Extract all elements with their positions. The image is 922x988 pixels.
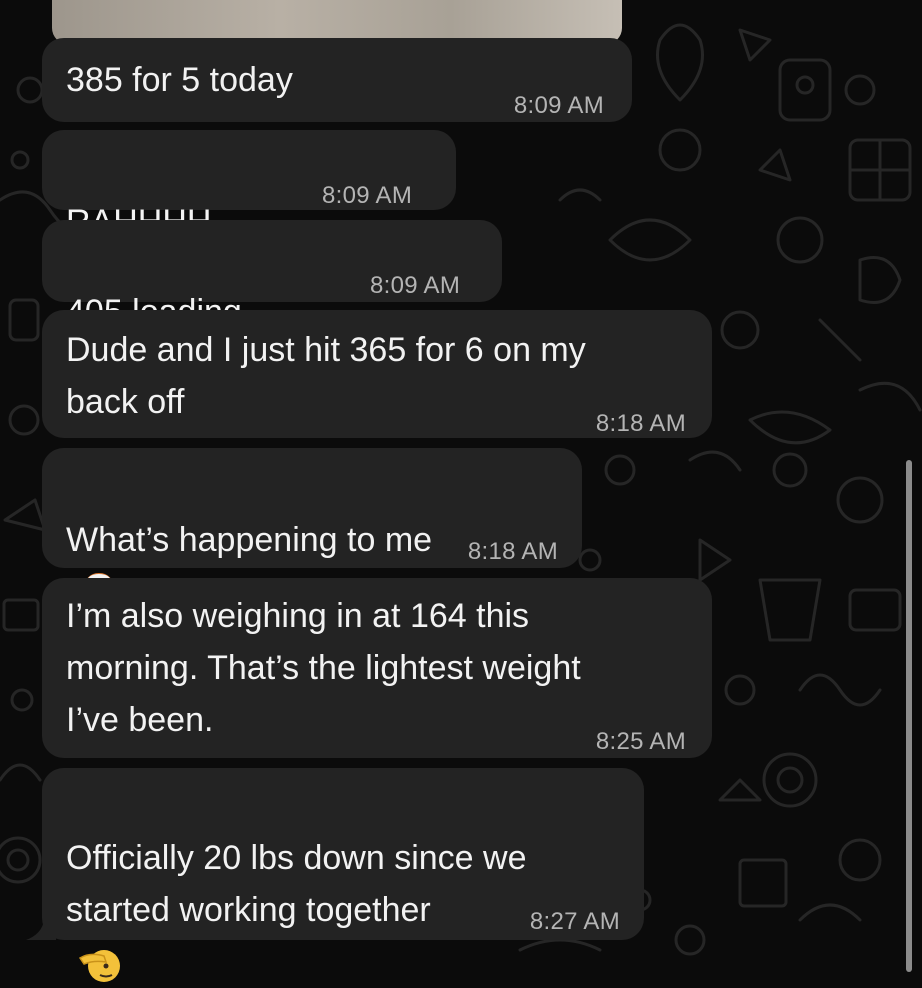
message-bubble[interactable]: 385 for 5 today 8:09 AM — [42, 38, 632, 122]
message-timestamp: 8:18 AM — [595, 410, 686, 437]
saluting-face-icon — [78, 950, 120, 983]
message-timestamp: 8:27 AM — [529, 908, 620, 935]
message-bubble[interactable]: Officially 20 lbs down since we started … — [42, 768, 644, 983]
scrollbar[interactable] — [906, 460, 912, 972]
message-bubble[interactable]: 405 loading 8:09 AM — [42, 220, 502, 389]
message-timestamp: 8:25 AM — [595, 728, 686, 755]
bubble-tail — [26, 920, 56, 940]
message-bubble[interactable]: What’s happening to me 8:18 AM — [42, 448, 582, 615]
message-timestamp: 8:09 AM — [370, 272, 461, 299]
message-text: 385 for 5 today — [66, 61, 293, 99]
message-text: What’s happening to me — [66, 521, 433, 559]
message-timestamp: 8:09 AM — [322, 182, 413, 209]
message-bubble[interactable]: RAHHHH 8:09 AM — [42, 130, 456, 300]
message-text: Officially 20 lbs down since we started … — [66, 839, 527, 929]
message-bubble[interactable]: Dude and I just hit 365 for 6 on my back… — [42, 310, 712, 438]
message-timestamp: 8:18 AM — [467, 538, 558, 565]
message-text: Dude and I just hit 365 for 6 on my back… — [66, 331, 586, 421]
message-timestamp: 8:09 AM — [513, 92, 604, 119]
message-bubble[interactable]: I’m also weighing in at 164 this morning… — [42, 578, 712, 758]
message-text: I’m also weighing in at 164 this morning… — [66, 597, 581, 739]
